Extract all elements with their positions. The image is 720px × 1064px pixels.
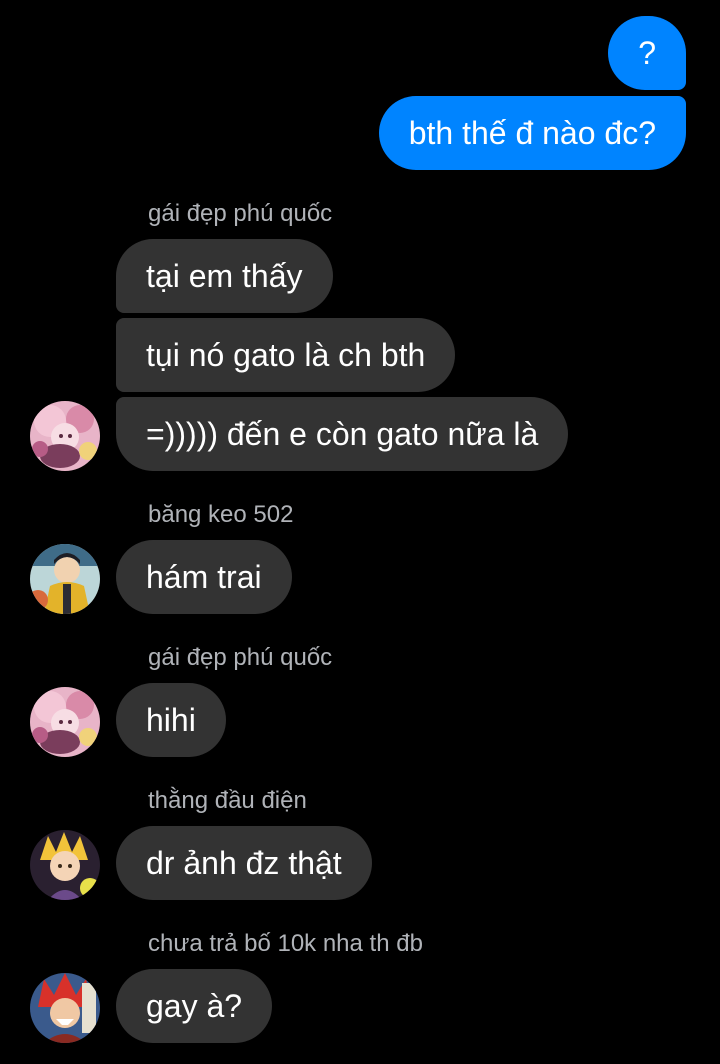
anime-girl-pink-hair-avatar[interactable] <box>30 687 100 757</box>
outgoing-message[interactable]: ? <box>608 16 686 90</box>
sender-name: gái đẹp phú quốc <box>148 644 333 671</box>
sender-name: gái đẹp phú quốc <box>148 200 333 227</box>
incoming-message[interactable]: hám trai <box>116 540 292 614</box>
anime-boy-red-hair-avatar[interactable] <box>30 973 100 1043</box>
incoming-message[interactable]: gay à? <box>116 969 273 1043</box>
incoming-message[interactable]: dr ảnh đz thật <box>116 826 372 900</box>
incoming-message[interactable]: hihi <box>116 683 226 757</box>
sender-name: thằng đầu điện <box>148 787 307 814</box>
anime-girl-pink-hair-avatar[interactable] <box>30 401 100 471</box>
chat-thread[interactable]: ? bth thế đ nào đc? gái đẹp phú quốc tại… <box>0 0 720 1064</box>
sender-name: băng keo 502 <box>148 501 294 528</box>
incoming-message[interactable]: =))))) đến e còn gato nữa là <box>116 397 569 471</box>
sender-name: chưa trả bố 10k nha th đb <box>148 930 423 957</box>
anime-boy-blonde-avatar[interactable] <box>30 830 100 900</box>
outgoing-message[interactable]: bth thế đ nào đc? <box>378 96 686 170</box>
anime-boy-yellow-jacket-avatar[interactable] <box>30 544 100 614</box>
incoming-message[interactable]: tụi nó gato là ch bth <box>116 318 456 392</box>
incoming-message[interactable]: tại em thấy <box>116 239 333 313</box>
